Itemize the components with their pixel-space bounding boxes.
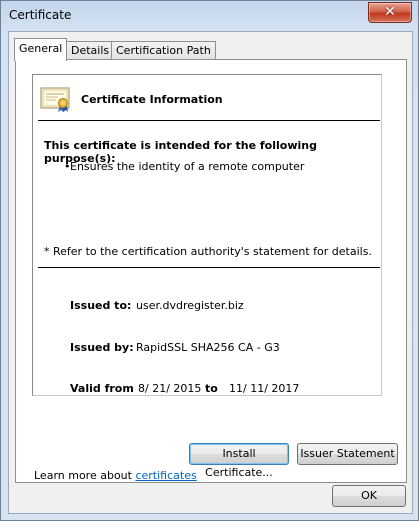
- divider-top: [38, 120, 380, 121]
- window-title: Certificate: [9, 8, 72, 22]
- issuer-statement-button[interactable]: Issuer Statement: [297, 443, 398, 465]
- valid-to-value: 11/ 11/ 2017: [229, 382, 300, 395]
- close-button[interactable]: ✕: [368, 2, 412, 23]
- dialog-client-area: General Details Certification Path Certi…: [8, 31, 413, 514]
- issued-by-label: Issued by:: [70, 341, 134, 354]
- tab-general-label: General: [19, 42, 63, 55]
- divider-bottom: [38, 267, 380, 268]
- tab-certification-path-label: Certification Path: [116, 44, 211, 57]
- issued-to-label: Issued to:: [70, 299, 132, 312]
- certificate-icon: [40, 87, 70, 112]
- valid-to-label: to: [205, 382, 218, 395]
- tab-certification-path[interactable]: Certification Path: [111, 41, 216, 60]
- purpose-text: Ensures the identity of a remote compute…: [70, 160, 305, 173]
- close-icon: ✕: [384, 4, 396, 20]
- title-bar[interactable]: Certificate ✕: [1, 1, 418, 31]
- tab-details[interactable]: Details: [66, 41, 115, 60]
- ok-button[interactable]: OK: [332, 485, 406, 507]
- tab-details-label: Details: [71, 44, 110, 57]
- valid-from-label: Valid from: [70, 382, 134, 395]
- learn-more-text: Learn more about: [34, 469, 132, 482]
- tab-general[interactable]: General: [14, 38, 68, 61]
- install-certificate-button[interactable]: Install Certificate...: [189, 443, 289, 479]
- footnote: * Refer to the certification authority's…: [44, 245, 372, 258]
- certificate-dialog: Certificate ✕ General Details Certificat…: [0, 0, 419, 521]
- issued-by-value: RapidSSL SHA256 CA - G3: [136, 341, 280, 354]
- certificate-info-box: Certificate Information This certificate…: [32, 74, 382, 396]
- info-title: Certificate Information: [81, 93, 223, 106]
- general-tab-panel: Certificate Information This certificate…: [15, 59, 407, 483]
- bullet-icon: •: [64, 160, 71, 173]
- certificates-link[interactable]: certificates: [135, 469, 196, 482]
- learn-more: Learn more about certificates: [34, 469, 197, 482]
- purpose-item: • Ensures the identity of a remote compu…: [64, 160, 305, 173]
- issued-to-value: user.dvdregister.biz: [136, 299, 244, 312]
- valid-from-value: 8/ 21/ 2015: [138, 382, 202, 395]
